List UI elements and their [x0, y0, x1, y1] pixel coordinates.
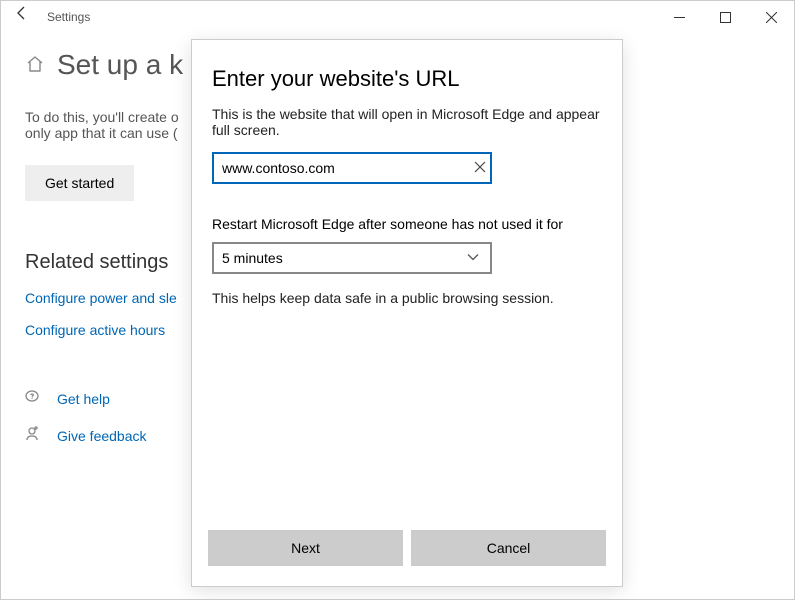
dialog-actions: Next Cancel: [192, 518, 622, 586]
close-button[interactable]: [748, 1, 794, 33]
back-button[interactable]: [1, 1, 43, 33]
url-dialog: Enter your website's URL This is the web…: [191, 39, 623, 587]
restart-timeout-value: 5 minutes: [214, 244, 490, 272]
helper-text: This helps keep data safe in a public br…: [212, 290, 602, 306]
title-bar: Settings: [1, 1, 794, 33]
get-started-button[interactable]: Get started: [25, 165, 134, 201]
give-feedback-label: Give feedback: [57, 428, 147, 444]
chevron-down-icon: [466, 250, 480, 267]
cancel-button[interactable]: Cancel: [411, 530, 606, 566]
url-input[interactable]: [212, 152, 492, 184]
next-button[interactable]: Next: [208, 530, 403, 566]
feedback-icon: [25, 425, 43, 446]
window-title: Settings: [43, 10, 90, 24]
maximize-button[interactable]: [702, 1, 748, 33]
dialog-description: This is the website that will open in Mi…: [212, 106, 602, 138]
window-controls: [656, 1, 794, 33]
home-icon: [25, 54, 45, 77]
restart-timeout-select[interactable]: 5 minutes: [212, 242, 492, 274]
clear-icon[interactable]: [474, 160, 486, 176]
minimize-button[interactable]: [656, 1, 702, 33]
settings-window: Settings Set up a k To do this, you'll c…: [0, 0, 795, 600]
help-icon: [25, 388, 43, 409]
get-help-label: Get help: [57, 391, 110, 407]
page-title: Set up a k: [57, 49, 183, 81]
url-field: [212, 152, 492, 184]
dialog-title: Enter your website's URL: [212, 66, 602, 92]
restart-label: Restart Microsoft Edge after someone has…: [212, 216, 602, 232]
